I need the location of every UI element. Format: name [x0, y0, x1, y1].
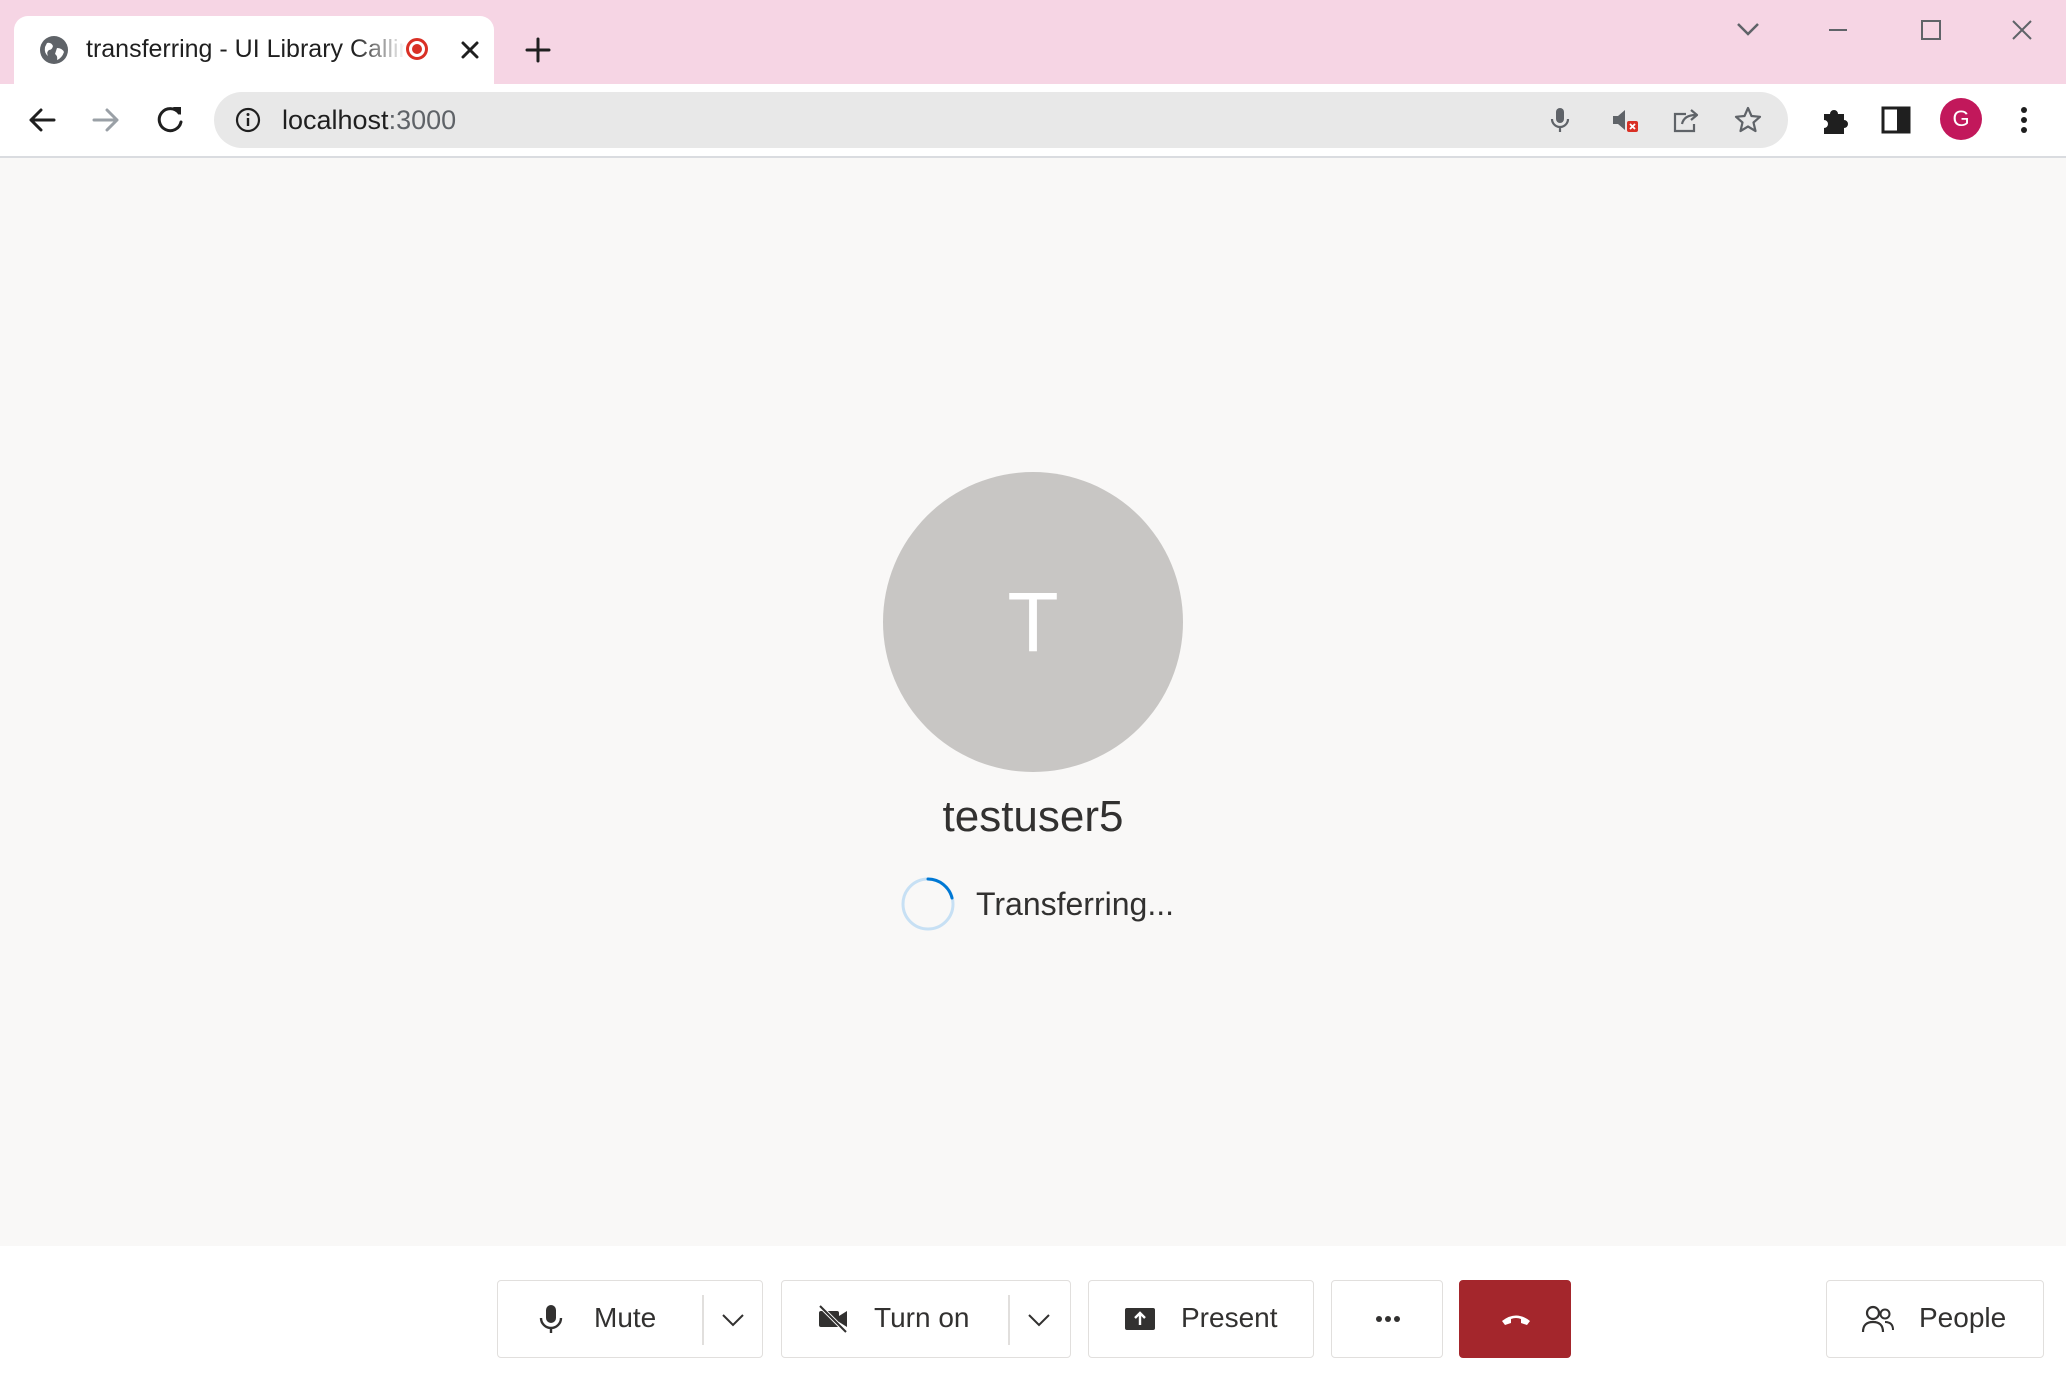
- participant-avatar: T: [883, 472, 1183, 772]
- maximize-icon[interactable]: [1900, 10, 1960, 50]
- chevron-down-icon[interactable]: [1024, 1305, 1054, 1335]
- site-info-icon[interactable]: [234, 106, 262, 134]
- reload-icon[interactable]: [148, 98, 192, 142]
- microphone-icon: [539, 1305, 563, 1333]
- minimize-icon[interactable]: [1808, 10, 1868, 50]
- url-text: localhost:3000: [282, 105, 457, 135]
- present-button[interactable]: Present: [1088, 1280, 1314, 1358]
- back-icon[interactable]: [20, 98, 64, 142]
- people-icon: [1861, 1305, 1894, 1333]
- new-tab-button[interactable]: [518, 30, 558, 70]
- camera-label: Turn on: [874, 1302, 970, 1333]
- loading-spinner-icon: [901, 877, 955, 931]
- microphone-icon[interactable]: [1544, 104, 1576, 136]
- profile-avatar[interactable]: G: [1940, 98, 1982, 140]
- chevron-down-icon[interactable]: [718, 1305, 748, 1335]
- hang-up-icon: [1502, 1315, 1530, 1325]
- more-dots-icon: [1376, 1316, 1400, 1322]
- present-label: Present: [1181, 1302, 1278, 1333]
- menu-kebab-icon[interactable]: [2006, 102, 2042, 138]
- browser-toolbar: localhost:3000 G: [0, 84, 2066, 158]
- globe-icon: [40, 36, 68, 64]
- tab-title-fade: [354, 28, 406, 72]
- status-text: Transferring...: [976, 886, 1174, 922]
- address-bar[interactable]: localhost:3000: [214, 92, 1788, 148]
- browser-tab-strip: transferring - UI Library Calling: [0, 0, 2066, 84]
- side-panel-icon[interactable]: [1878, 102, 1914, 138]
- call-control-bar: Mute Turn on Present People: [0, 1246, 2066, 1390]
- people-button[interactable]: People: [1826, 1280, 2044, 1358]
- participant-name: testuser5: [942, 792, 1124, 841]
- close-window-icon[interactable]: [1992, 10, 2052, 50]
- camera-blocked-icon[interactable]: [1608, 104, 1640, 136]
- close-tab-icon[interactable]: [452, 32, 488, 68]
- bookmark-star-icon[interactable]: [1732, 104, 1764, 136]
- share-icon[interactable]: [1670, 104, 1702, 136]
- extensions-icon[interactable]: [1816, 102, 1852, 138]
- more-options-button[interactable]: [1331, 1280, 1443, 1358]
- forward-icon[interactable]: [84, 98, 128, 142]
- mute-label: Mute: [594, 1302, 657, 1333]
- share-screen-icon: [1125, 1308, 1155, 1330]
- camera-off-icon: [818, 1304, 848, 1334]
- tab-search-icon[interactable]: [1718, 10, 1778, 50]
- camera-button[interactable]: Turn on: [781, 1280, 1071, 1358]
- mute-button[interactable]: Mute: [497, 1280, 763, 1358]
- split-divider: [1008, 1295, 1010, 1345]
- recording-indicator-icon: [406, 38, 428, 60]
- people-label: People: [1919, 1302, 2007, 1333]
- end-call-button[interactable]: [1459, 1280, 1571, 1358]
- browser-tab[interactable]: transferring - UI Library Calling: [14, 16, 494, 84]
- split-divider: [702, 1295, 704, 1345]
